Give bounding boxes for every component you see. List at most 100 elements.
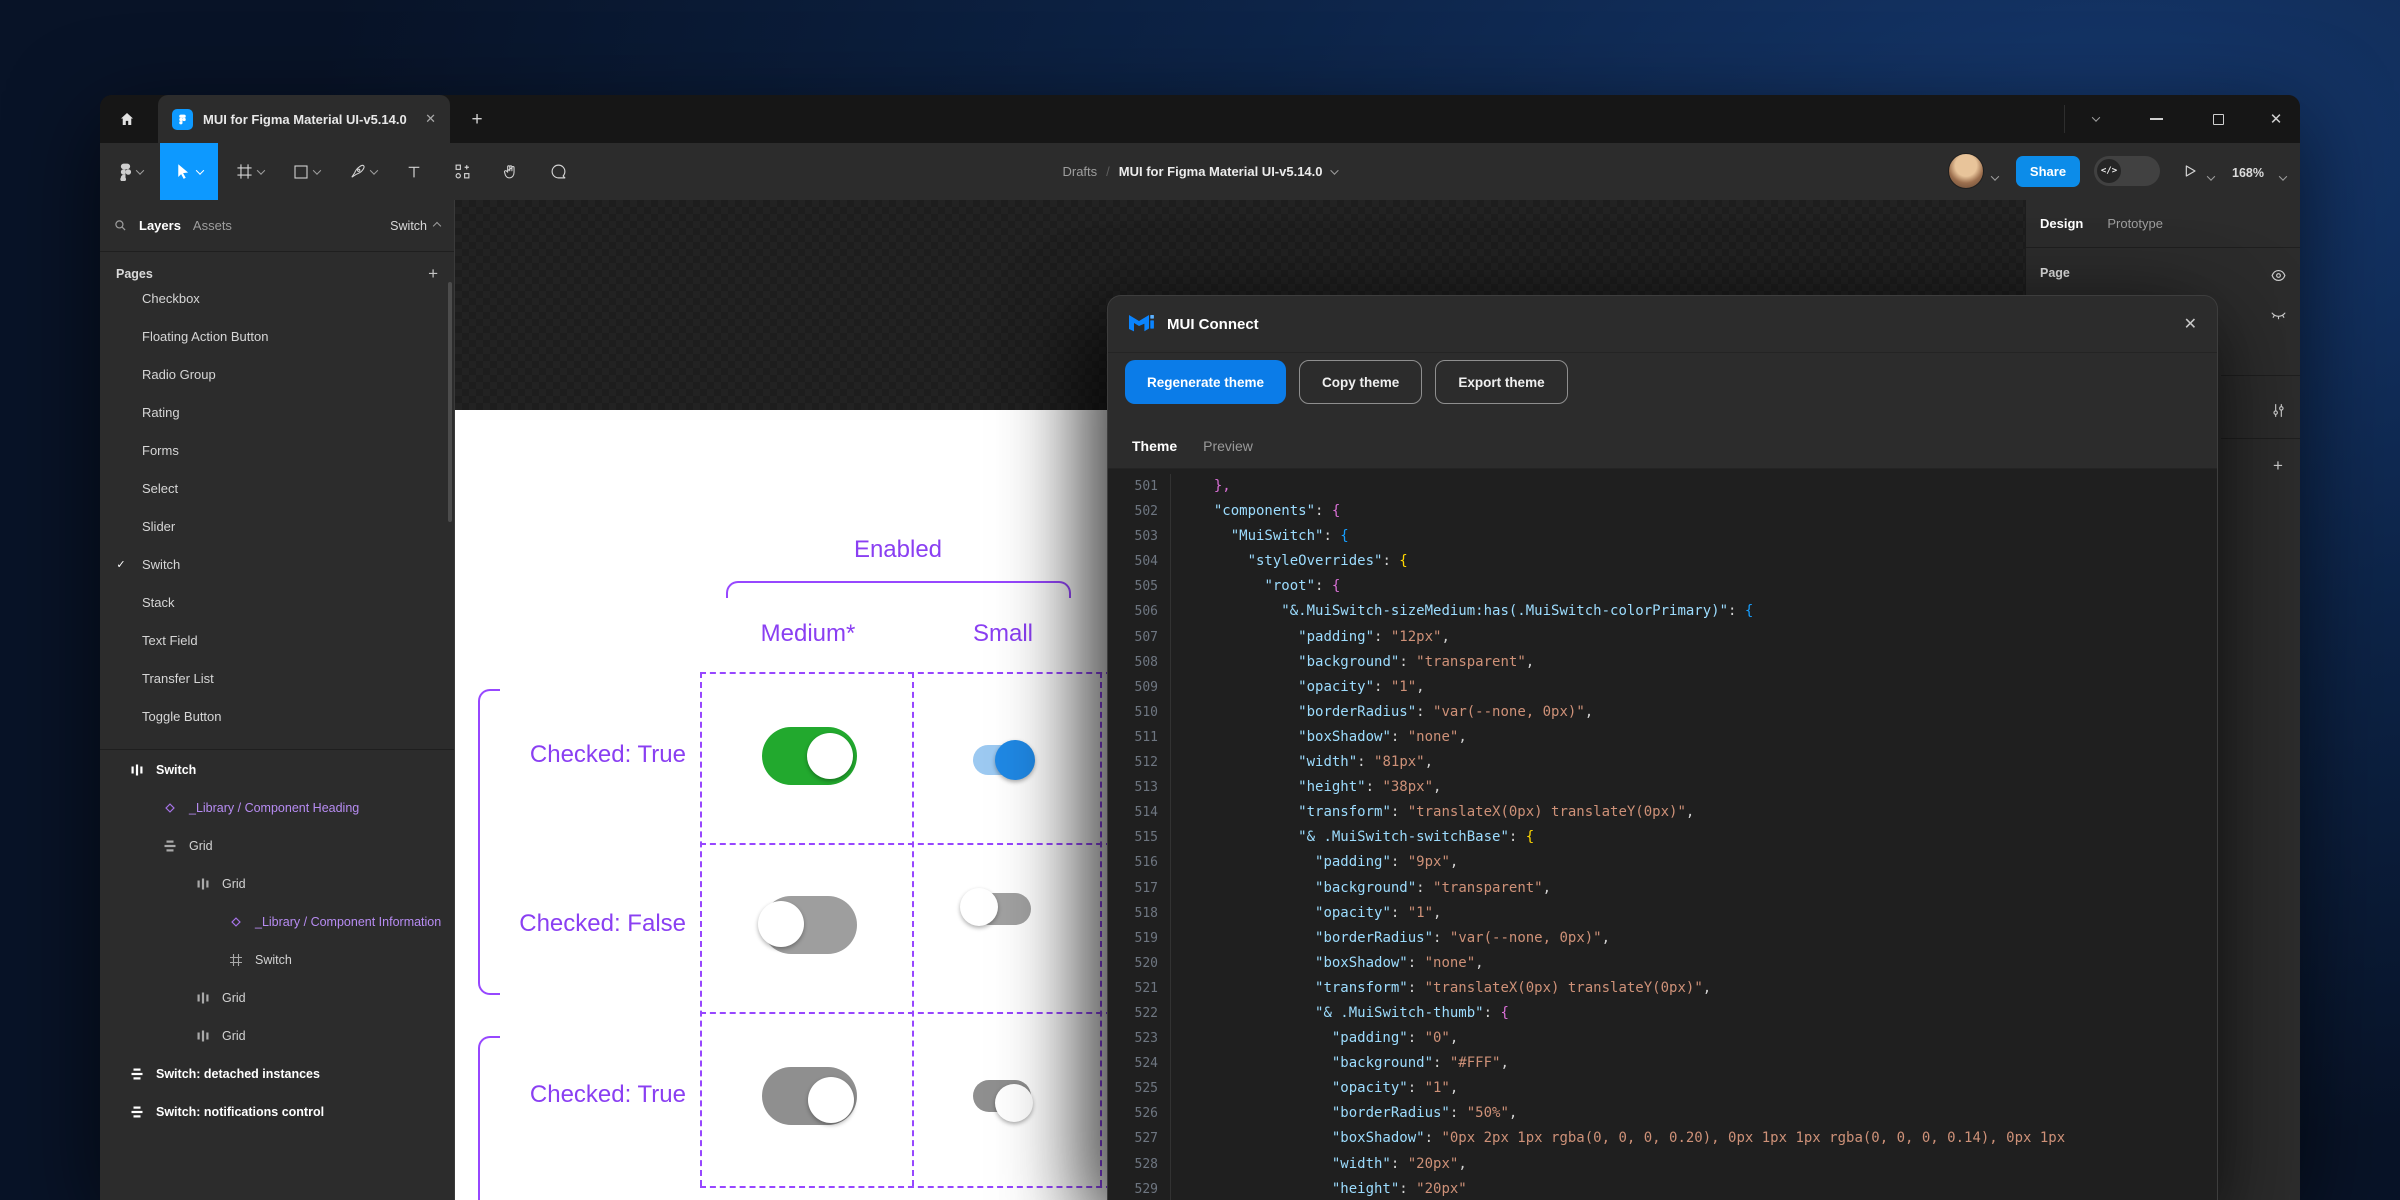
move-tool-button[interactable] (160, 143, 218, 200)
grid-dashed-line (912, 672, 914, 1186)
window-menu-chevron[interactable] (2076, 102, 2116, 136)
code-line: 520 "boxShadow": "none", (1108, 951, 2217, 976)
canvas-column-label-medium[interactable]: Medium* (708, 620, 908, 648)
breadcrumb-file-name[interactable]: MUI for Figma Material UI-v5.14.0 (1119, 164, 1323, 179)
plus-icon: + (2273, 456, 2283, 476)
text-tool-button[interactable] (394, 143, 434, 200)
line-number: 512 (1108, 750, 1158, 775)
layer-item[interactable]: Grid (100, 827, 454, 865)
actions-tool-button[interactable] (440, 143, 484, 200)
canvas-column-label-small[interactable]: Small (903, 620, 1103, 648)
switch-thumb (960, 888, 998, 926)
tab-assets[interactable]: Assets (193, 218, 232, 233)
maximize-button[interactable] (2198, 102, 2238, 136)
page-item[interactable]: Select (100, 469, 454, 507)
tab-theme[interactable]: Theme (1132, 438, 1177, 454)
canvas-row-label[interactable]: Checked: False (466, 910, 686, 938)
pen-tool-button[interactable] (338, 143, 388, 200)
auto-layout-vertical-icon (163, 839, 177, 853)
left-panel-scrollbar[interactable] (448, 282, 452, 522)
dev-mode-toggle[interactable]: </> (2094, 156, 2160, 186)
code-line-content: "borderRadius": "50%", (1170, 1101, 1517, 1126)
layer-item[interactable]: Switch: notifications control (100, 1093, 454, 1131)
rectangle-icon (293, 164, 309, 180)
adjust-settings-button[interactable] (2264, 396, 2292, 424)
main-menu-button[interactable] (106, 143, 156, 200)
dev-mode-icon: </> (2097, 159, 2121, 183)
chevron-down-icon[interactable] (1330, 166, 1338, 174)
frame-icon (236, 163, 253, 180)
account-chevron[interactable] (1992, 168, 1998, 186)
layer-item[interactable]: Grid (100, 865, 454, 903)
page-item[interactable]: ✓Switch (100, 545, 454, 583)
hide-ui-button[interactable] (2264, 300, 2292, 328)
code-line-content: "styleOverrides": { (1170, 549, 1408, 574)
breadcrumb-folder[interactable]: Drafts (1062, 164, 1097, 179)
page-item-label: Floating Action Button (142, 329, 268, 344)
user-avatar[interactable] (1948, 153, 1984, 189)
page-item[interactable]: Stack (100, 583, 454, 621)
canvas-row-label[interactable]: Checked: True (466, 741, 686, 769)
layer-item[interactable]: Switch: detached instances (100, 1055, 454, 1093)
toolbar: Drafts / MUI for Figma Material UI-v5.14… (100, 143, 2300, 200)
layer-item[interactable]: Grid (100, 979, 454, 1017)
present-button[interactable] (2182, 163, 2198, 184)
layer-item[interactable]: Grid (100, 1017, 454, 1055)
layer-item-label: Switch (156, 763, 196, 777)
tab-prototype[interactable]: Prototype (2107, 216, 2163, 231)
page-item[interactable]: Forms (100, 431, 454, 469)
zoom-menu[interactable]: 168% (2232, 164, 2264, 182)
tab-close-icon[interactable]: ✕ (425, 111, 436, 127)
dialog-close-button[interactable]: ✕ (2184, 314, 2197, 334)
instance-diamond-icon (163, 801, 177, 815)
tab-design[interactable]: Design (2040, 216, 2083, 231)
code-line: 512 "width": "81px", (1108, 750, 2217, 775)
frame-tool-button[interactable] (226, 143, 274, 200)
present-chevron[interactable] (2208, 168, 2214, 186)
page-item[interactable]: Radio Group (100, 355, 454, 393)
tab-preview[interactable]: Preview (1203, 438, 1253, 454)
layer-item[interactable]: Switch (100, 751, 454, 789)
page-item[interactable]: Slider (100, 507, 454, 545)
page-item[interactable]: Text Field (100, 621, 454, 659)
regenerate-theme-button[interactable]: Regenerate theme (1125, 360, 1286, 404)
layer-item[interactable]: _Library / Component Heading (100, 789, 454, 827)
canvas-group-label[interactable]: Enabled (798, 536, 998, 564)
add-item-button[interactable]: + (2264, 452, 2292, 480)
layer-item[interactable]: _Library / Component Information (100, 903, 454, 941)
tab-layers[interactable]: Layers (139, 218, 181, 233)
layer-item[interactable]: Switch (100, 941, 454, 979)
hand-icon (502, 163, 519, 180)
zoom-chevron[interactable] (2280, 168, 2286, 186)
page-item[interactable]: Transfer List (100, 659, 454, 697)
file-tab[interactable]: MUI for Figma Material UI-v5.14.0 ✕ (158, 95, 450, 143)
page-item[interactable]: Rating (100, 393, 454, 431)
selection-indicator[interactable]: Switch (390, 219, 440, 233)
chevron-down-icon (257, 166, 265, 174)
code-line: 509 "opacity": "1", (1108, 675, 2217, 700)
maximize-icon (2213, 114, 2224, 125)
page-color-button[interactable] (2264, 261, 2292, 289)
new-tab-button[interactable]: + (462, 105, 492, 135)
code-line-content: "width": "20px", (1170, 1152, 1467, 1177)
code-line-content: "boxShadow": "none", (1170, 725, 1467, 750)
row-group-bracket (478, 1036, 500, 1200)
home-button[interactable] (110, 102, 144, 136)
shape-tool-button[interactable] (282, 143, 330, 200)
export-theme-button[interactable]: Export theme (1435, 360, 1567, 404)
code-line: 502 "components": { (1108, 499, 2217, 524)
hand-tool-button[interactable] (488, 143, 532, 200)
minimize-button[interactable] (2136, 102, 2176, 136)
page-item[interactable]: Checkbox (100, 279, 454, 317)
canvas-row-label[interactable]: Checked: True (466, 1081, 686, 1109)
search-icon[interactable] (114, 219, 127, 232)
share-button[interactable]: Share (2016, 156, 2080, 187)
comment-tool-button[interactable] (536, 143, 580, 200)
page-item-label: Switch (142, 557, 180, 572)
copy-theme-button[interactable]: Copy theme (1299, 360, 1422, 404)
move-cursor-icon (175, 163, 192, 180)
close-window-button[interactable]: ✕ (2256, 102, 2296, 136)
page-item[interactable]: Toggle Button (100, 697, 454, 735)
page-item[interactable]: Floating Action Button (100, 317, 454, 355)
code-editor[interactable]: 501 },502 "components": {503 "MuiSwitch"… (1108, 469, 2217, 1200)
